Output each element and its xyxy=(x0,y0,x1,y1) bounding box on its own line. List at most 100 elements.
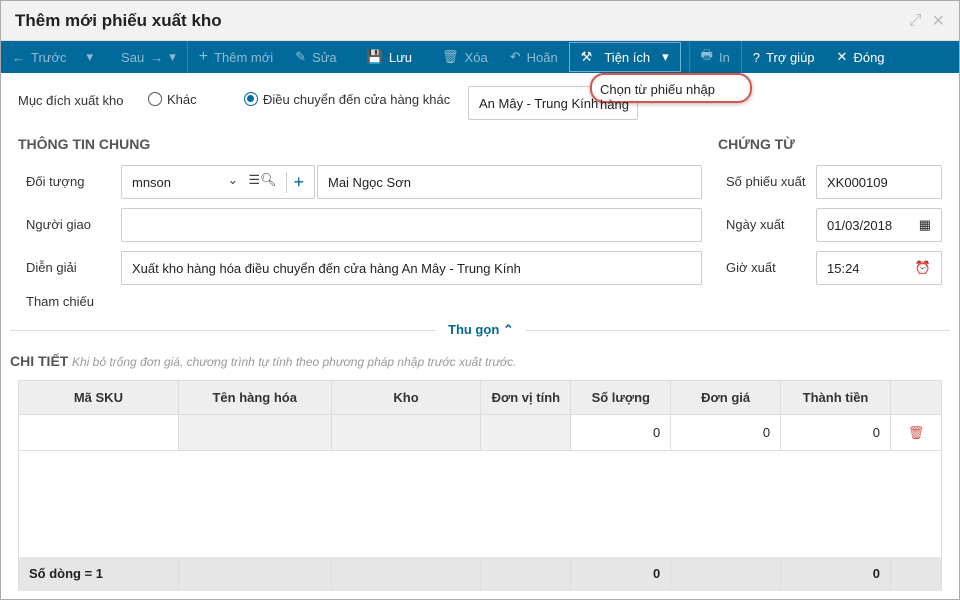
next-button[interactable]: Sau → ▾ xyxy=(110,41,187,73)
undo-label: Hoãn xyxy=(526,49,558,65)
column-header: Số lượng xyxy=(570,380,672,415)
add-icon[interactable]: + xyxy=(286,171,304,193)
radio-transfer-label: Điều chuyển đến cửa hàng khác xyxy=(263,92,451,107)
chevron-up-icon: ⌃ xyxy=(502,322,514,337)
utilities-button[interactable]: ⚒ Tiện ích ▾ xyxy=(568,42,681,72)
help-label: Trợ giúp xyxy=(766,49,815,65)
help-button[interactable]: ? Trợ giúp xyxy=(742,41,826,73)
column-header: Tên hàng hóa xyxy=(177,380,332,415)
total-qty: 0 xyxy=(570,556,672,591)
undo-icon: ↶ xyxy=(509,49,521,64)
add-button[interactable]: + Thêm mới xyxy=(188,41,284,73)
delete-label: Xóa xyxy=(464,49,488,65)
total-amount: 0 xyxy=(780,556,891,591)
object-label: Đối tượng xyxy=(26,174,85,189)
title-bar: Thêm mới phiếu xuất kho ⤢ ✕ xyxy=(1,1,959,41)
footer-cell xyxy=(670,556,782,591)
radio-icon xyxy=(148,92,162,106)
plus-icon: + xyxy=(198,48,209,65)
sku-cell[interactable] xyxy=(18,414,179,451)
save-button[interactable]: 💾 Lưu xyxy=(356,41,423,73)
table-footer: Số dòng = 1 0 0 xyxy=(18,556,943,591)
maximize-icon[interactable]: ⤢ xyxy=(909,12,922,30)
menu-item-choose-from-receipt[interactable]: Chọn từ phiếu nhập hàng xyxy=(590,73,752,112)
floppy-icon: 💾 xyxy=(366,49,383,64)
footer-cell xyxy=(177,556,332,591)
table-header: Mã SKU Tên hàng hóa Kho Đơn vị tính Số l… xyxy=(18,380,943,415)
column-header: Đơn vị tính xyxy=(480,380,572,415)
help-icon: ? xyxy=(752,49,761,65)
chevron-down-icon[interactable]: ⌄ xyxy=(227,172,238,193)
trash-icon[interactable]: 🗑 xyxy=(889,414,943,451)
date-value: 01/03/2018 xyxy=(827,217,893,233)
close-icon: ✕ xyxy=(836,49,848,64)
caret-down-icon[interactable]: ▾ xyxy=(169,49,176,65)
description-label: Diễn giải xyxy=(26,260,77,275)
close-label: Đóng xyxy=(853,49,885,65)
column-header xyxy=(889,380,943,415)
calendar-icon[interactable]: ▦ xyxy=(919,217,931,233)
detail-header: CHI TIẾT Khi bỏ trống đơn giá, chương tr… xyxy=(10,353,517,369)
detail-table: Mã SKU Tên hàng hóa Kho Đơn vị tính Số l… xyxy=(18,380,943,591)
prev-button[interactable]: ← Trước ▾ xyxy=(1,41,104,73)
edit-label: Sửa xyxy=(312,49,337,65)
purpose-label: Mục đích xuất kho xyxy=(18,93,124,108)
radio-other-label: Khác xyxy=(167,92,197,107)
next-label: Sau xyxy=(121,49,145,65)
name-cell xyxy=(177,414,332,451)
collapse-toggle[interactable]: Thu gọn ⌃ xyxy=(436,322,526,338)
tools-icon: ⚒ xyxy=(580,49,593,64)
edit-button[interactable]: ✎ Sửa xyxy=(284,41,348,73)
add-label: Thêm mới xyxy=(214,49,274,65)
delete-button[interactable]: 🗑 Xóa xyxy=(431,41,499,73)
deliverer-field[interactable] xyxy=(121,208,702,242)
time-value: 15:24 xyxy=(827,260,860,276)
close-button[interactable]: ✕ Đóng xyxy=(826,41,896,73)
printer-icon: 🖶 xyxy=(700,47,713,62)
reference-label: Tham chiếu xyxy=(26,294,94,309)
caret-down-icon[interactable]: ▾ xyxy=(87,49,94,65)
row-count: Số dòng = 1 xyxy=(18,556,179,591)
time-field[interactable]: 15:24 ⏰ xyxy=(816,251,942,285)
utilities-label: Tiện ích xyxy=(604,49,651,65)
time-label: Giờ xuất xyxy=(726,260,776,275)
prev-label: Trước xyxy=(31,49,67,65)
amount-cell[interactable]: 0 xyxy=(780,414,891,451)
price-cell[interactable]: 0 xyxy=(670,414,782,451)
voucher-no-field[interactable]: XK000109 xyxy=(816,165,942,199)
radio-checked-icon xyxy=(244,92,258,106)
footer-cell xyxy=(480,556,572,591)
close-icon[interactable]: ✕ xyxy=(932,11,945,31)
arrow-right-icon: → xyxy=(150,49,164,65)
object-name-field[interactable]: Mai Ngọc Sơn xyxy=(317,165,702,199)
arrow-left-icon: ← xyxy=(12,49,25,65)
toolbar: ← Trước ▾ Sau → ▾ + Thêm mới ✎ Sửa 💾 Lưu 🗑 Xóa ↶… xyxy=(1,41,959,73)
collapse-label: Thu gọn xyxy=(448,322,500,337)
object-combo[interactable]: mnson ⌄ ☰🔍︎ + xyxy=(121,165,315,199)
column-header: Đơn giá xyxy=(670,380,782,415)
unit-cell xyxy=(480,414,572,451)
search-list-icon[interactable]: ☰🔍︎ xyxy=(248,172,276,193)
qty-cell[interactable]: 0 xyxy=(570,414,672,451)
column-header: Mã SKU xyxy=(18,380,179,415)
pencil-icon: ✎ xyxy=(295,49,307,64)
trash-icon: 🗑 xyxy=(442,49,459,64)
radio-transfer[interactable]: Điều chuyển đến cửa hàng khác xyxy=(244,92,450,107)
print-label: In xyxy=(718,49,730,65)
table-row: 000 🗑 xyxy=(18,414,943,451)
alarm-clock-icon[interactable]: ⏰ xyxy=(915,260,931,276)
footer-cell xyxy=(330,556,482,591)
footer-cell xyxy=(889,556,943,591)
radio-other[interactable]: Khác xyxy=(148,92,197,107)
voucher-section-title: CHỨNG TỪ xyxy=(718,136,795,152)
undo-button[interactable]: ↶ Hoãn xyxy=(499,41,569,73)
voucher-no-label: Số phiếu xuất xyxy=(726,174,806,189)
detail-title: CHI TIẾT xyxy=(10,353,69,369)
save-label: Lưu xyxy=(388,49,413,65)
print-button[interactable]: 🖶 In xyxy=(690,41,741,73)
column-header: Thành tiền xyxy=(780,380,891,415)
detail-hint: Khi bỏ trống đơn giá, chương trình tự tí… xyxy=(71,355,517,369)
date-field[interactable]: 01/03/2018 ▦ xyxy=(816,208,942,242)
description-field[interactable]: Xuất kho hàng hóa điều chuyển đến cửa hà… xyxy=(121,251,702,285)
warehouse-cell xyxy=(330,414,482,451)
